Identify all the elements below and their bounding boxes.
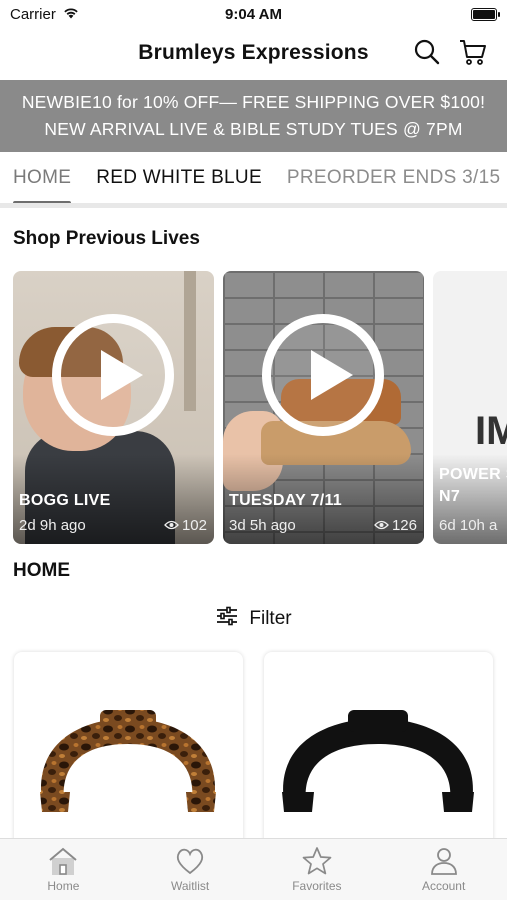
filter-label: Filter [249, 608, 292, 629]
nav-waitlist[interactable]: Waitlist [127, 839, 254, 900]
play-icon[interactable] [262, 314, 384, 436]
sliders-icon [215, 606, 239, 632]
person-icon [427, 845, 461, 877]
product-card[interactable] [14, 652, 243, 852]
home-icon [46, 845, 80, 877]
filter-button[interactable]: Filter [0, 604, 507, 634]
live-name: POWER SALE N7 [439, 466, 507, 505]
nav-account[interactable]: Account [380, 839, 507, 900]
promo-line-2: NEW ARRIVAL LIVE & BIBLE STUDY TUES @ 7P… [44, 119, 463, 139]
tortoise-claw-clip-image [40, 710, 216, 812]
live-name: TUESDAY 7/11 [229, 492, 342, 509]
app-title: Brumleys Expressions [138, 41, 369, 64]
nav-waitlist-label: Waitlist [171, 879, 210, 893]
status-left: Carrier [10, 6, 80, 23]
live-image-text: IM [475, 409, 507, 453]
live-card[interactable]: BOGG LIVE 2d 9h ago 102 [13, 271, 214, 544]
lives-section-title: Shop Previous Lives [13, 228, 200, 249]
live-view-count: 102 [181, 517, 207, 534]
play-icon[interactable] [52, 314, 174, 436]
promo-banner[interactable]: NEWBIE10 for 10% OFF— FREE SHIPPING OVER… [0, 80, 507, 152]
live-view-count: 126 [391, 517, 417, 534]
category-tabs: HOME RED WHITE BLUE PREORDER ENDS 3/15 [0, 152, 507, 208]
header-actions [411, 36, 489, 68]
search-icon[interactable] [411, 36, 443, 68]
home-section-title: HOME [13, 560, 70, 581]
lives-carousel[interactable]: BOGG LIVE 2d 9h ago 102 TUESDAY 7/11 3d … [13, 271, 507, 544]
carrier-label: Carrier [10, 5, 56, 23]
cart-icon[interactable] [457, 36, 489, 68]
live-card[interactable]: IM POWER SALE N7 6d 10h a [433, 271, 507, 544]
live-time-ago: 2d 9h ago [19, 517, 86, 534]
eye-icon [164, 517, 179, 534]
live-views: 102 [164, 517, 207, 534]
black-claw-clip-image [282, 710, 474, 812]
nav-account-label: Account [421, 879, 466, 893]
live-views: 126 [374, 517, 417, 534]
nav-favorites[interactable]: Favorites [254, 839, 381, 900]
tab-red-white-blue[interactable]: RED WHITE BLUE [96, 152, 262, 203]
heart-icon [173, 845, 207, 877]
nav-home[interactable]: Home [0, 839, 127, 900]
product-card[interactable] [264, 652, 493, 852]
tab-preorder[interactable]: PREORDER ENDS 3/15 [287, 152, 500, 203]
eye-icon [374, 517, 389, 534]
live-card[interactable]: TUESDAY 7/11 3d 5h ago 126 [223, 271, 424, 544]
star-icon [300, 845, 334, 877]
bottom-nav: Home Waitlist Favorites Account [0, 838, 507, 900]
battery-icon [471, 7, 500, 21]
wifi-icon [62, 6, 80, 23]
live-name: BOGG LIVE [19, 492, 111, 509]
nav-home-label: Home [47, 879, 80, 893]
promo-line-1: NEWBIE10 for 10% OFF— FREE SHIPPING OVER… [21, 92, 486, 112]
tab-home[interactable]: HOME [13, 152, 72, 203]
live-time-ago: 3d 5h ago [229, 517, 296, 534]
status-bar: Carrier 9:04 AM [0, 0, 507, 28]
app-header: Brumleys Expressions [0, 28, 507, 78]
live-time-ago: 6d 10h a [439, 517, 498, 534]
nav-favorites-label: Favorites [292, 879, 342, 893]
